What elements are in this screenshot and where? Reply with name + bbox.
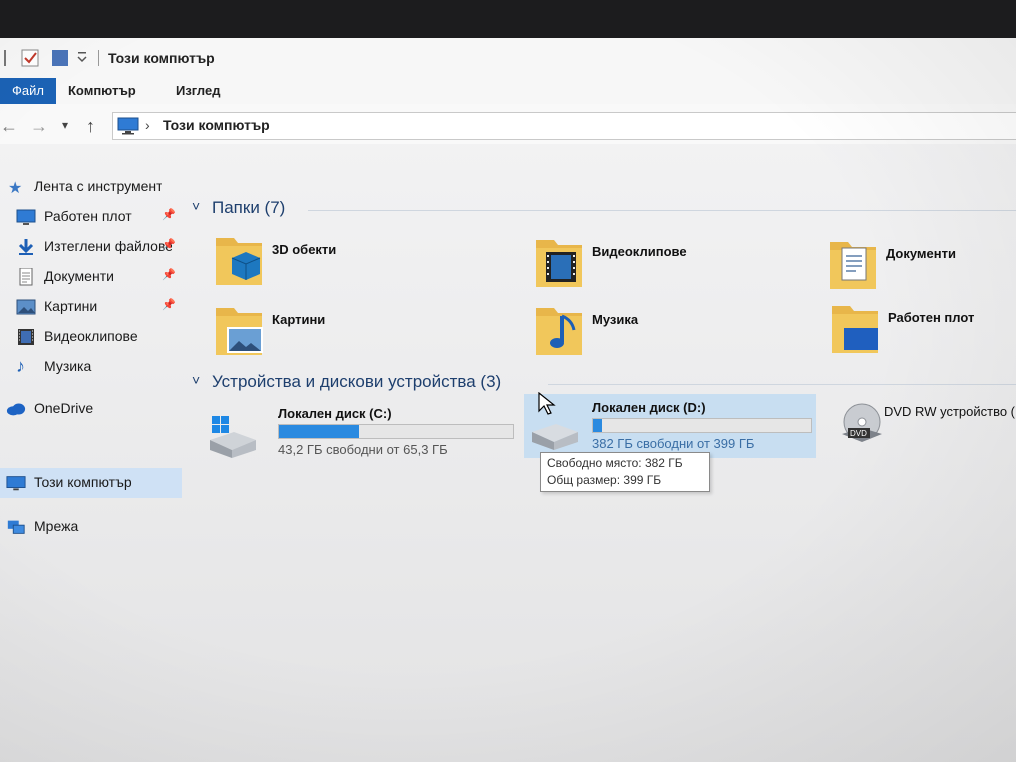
folder-3d-objects[interactable]: 3D обекти	[214, 232, 514, 292]
back-arrow-icon[interactable]: ←	[0, 116, 18, 137]
sidebar-item-downloads[interactable]: Изтеглени файлове 📌	[0, 232, 182, 262]
drive-d[interactable]: Локален диск (D:) 382 ГБ свободни от 399…	[524, 394, 816, 458]
documents-folder-icon	[830, 242, 876, 289]
up-arrow-icon[interactable]: ↑	[86, 116, 95, 137]
desktop-folder-icon	[832, 306, 878, 353]
drive-usage-bar	[278, 424, 514, 439]
sidebar-item-label: Мрежа	[34, 518, 79, 534]
star-icon: ★	[8, 180, 23, 197]
3d-objects-folder-icon	[216, 238, 262, 285]
breadcrumb-this-pc[interactable]: Този компютър	[163, 117, 270, 133]
drive-label: Локален диск (D:)	[592, 400, 706, 415]
tooltip-free-space: Свободно място: 382 ГБ	[547, 456, 683, 470]
windows-drive-icon	[210, 416, 256, 458]
folder-label: Видеоклипове	[592, 244, 687, 259]
folder-label: Работен плот	[888, 310, 975, 325]
sidebar-item-label: Лента с инструменти	[34, 178, 162, 194]
navigation-pane: ★ Лента с инструменти Работен плот 📌 Изт…	[0, 144, 182, 762]
mouse-cursor-icon	[538, 392, 556, 415]
desktop-icon	[16, 209, 36, 225]
drive-c[interactable]: Локален диск (C:) 43,2 ГБ свободни от 65…	[206, 400, 526, 466]
sidebar-item-network[interactable]: Мрежа	[0, 512, 182, 542]
folder-videos[interactable]: Видеоклипове	[534, 234, 834, 294]
sidebar-item-onedrive[interactable]: OneDrive	[0, 394, 182, 424]
sidebar-item-documents[interactable]: Документи 📌	[0, 262, 182, 292]
drive-usage-bar	[592, 418, 812, 433]
sidebar-item-label: Документи	[44, 268, 114, 284]
sidebar-item-label: Този компютър	[34, 474, 132, 490]
pin-icon[interactable]: 📌	[162, 298, 176, 311]
sidebar-item-quick-access[interactable]: ★ Лента с инструменти	[0, 172, 182, 202]
address-bar[interactable]: › Този компютър	[112, 112, 1016, 140]
tab-computer[interactable]: Компютър	[68, 78, 136, 104]
computer-icon	[117, 117, 139, 135]
collapse-chevron-icon[interactable]: ˅	[192, 372, 200, 388]
folder-label: Музика	[592, 312, 639, 327]
sidebar-item-label: Картини	[44, 298, 98, 314]
pin-icon[interactable]: 📌	[162, 208, 176, 221]
drive-tooltip: Свободно място: 382 ГБ Общ размер: 399 Г…	[540, 452, 710, 492]
music-icon: ♪	[16, 356, 25, 376]
section-divider	[308, 210, 1016, 211]
drive-free-space: 382 ГБ свободни от 399 ГБ	[592, 436, 755, 451]
drive-label: Локален диск (C:)	[278, 406, 392, 421]
hard-drive-icon	[532, 424, 578, 450]
forward-arrow-icon[interactable]: →	[30, 116, 48, 137]
devices-heading[interactable]: Устройства и дискови устройства (3)	[212, 372, 501, 392]
dvd-drive-icon: DVD	[842, 403, 882, 442]
pin-icon[interactable]: 📌	[162, 238, 176, 251]
quick-access-toolbar[interactable]	[4, 48, 100, 68]
drive-usage-fill	[593, 419, 602, 432]
folders-heading[interactable]: Папки (7)	[212, 198, 285, 218]
folder-label: Картини	[272, 312, 326, 327]
download-icon	[18, 239, 34, 255]
section-divider	[548, 384, 1016, 385]
sidebar-item-label: Музика	[44, 358, 92, 374]
sidebar-item-music[interactable]: ♪ Музика	[0, 352, 182, 382]
picture-icon	[16, 299, 36, 315]
folder-label: 3D обекти	[272, 242, 337, 257]
network-icon	[7, 520, 25, 534]
sidebar-item-label: Видеоклипове	[44, 328, 138, 344]
music-folder-icon	[536, 308, 582, 355]
pictures-folder-icon	[216, 308, 263, 355]
folder-label: Документи	[886, 246, 956, 261]
drive-label: DVD RW устройство (E:	[884, 404, 1016, 419]
sidebar-item-videos[interactable]: Видеоклипове	[0, 322, 182, 352]
window-title: Този компютър	[108, 50, 215, 66]
drive-e-dvd[interactable]: DVD DVD RW устройство (E:	[840, 398, 1016, 464]
sidebar-item-label: OneDrive	[34, 400, 94, 416]
pin-icon[interactable]: 📌	[162, 268, 176, 281]
videos-folder-icon	[536, 240, 582, 287]
drive-free-space: 43,2 ГБ свободни от 65,3 ГБ	[278, 442, 448, 457]
cloud-icon	[6, 403, 26, 416]
document-icon	[19, 268, 33, 286]
folder-music[interactable]: Музика	[534, 302, 834, 362]
video-icon	[18, 329, 34, 345]
explorer-window: Този компютър Файл Компютър Изглед ← → ▾…	[0, 38, 1016, 762]
folder-documents[interactable]: Документи	[828, 236, 1016, 296]
sidebar-item-this-pc[interactable]: Този компютър	[0, 468, 182, 498]
sidebar-item-pictures[interactable]: Картини 📌	[0, 292, 182, 322]
folder-pictures[interactable]: Картини	[214, 302, 514, 362]
collapse-chevron-icon[interactable]: ˅	[192, 198, 200, 214]
navigation-bar: ← → ▾ ↑ › Този компютър	[0, 104, 1016, 144]
sidebar-item-desktop[interactable]: Работен плот 📌	[0, 202, 182, 232]
sidebar-item-label: Работен плот	[44, 208, 132, 224]
sidebar-item-label: Изтеглени файлове	[44, 238, 172, 254]
tab-view[interactable]: Изглед	[176, 78, 220, 104]
ribbon: Файл Компютър Изглед	[0, 78, 1016, 105]
title-bar: Този компютър	[0, 38, 1016, 78]
svg-text:DVD: DVD	[850, 429, 867, 438]
tooltip-total-size: Общ размер: 399 ГБ	[547, 473, 662, 487]
tab-file[interactable]: Файл	[0, 78, 56, 104]
recent-locations-chevron-icon[interactable]: ▾	[62, 118, 68, 132]
drive-usage-fill	[279, 425, 359, 438]
folder-desktop[interactable]: Работен плот	[830, 300, 1016, 360]
computer-icon	[6, 476, 26, 491]
breadcrumb-separator-icon: ›	[145, 117, 150, 133]
